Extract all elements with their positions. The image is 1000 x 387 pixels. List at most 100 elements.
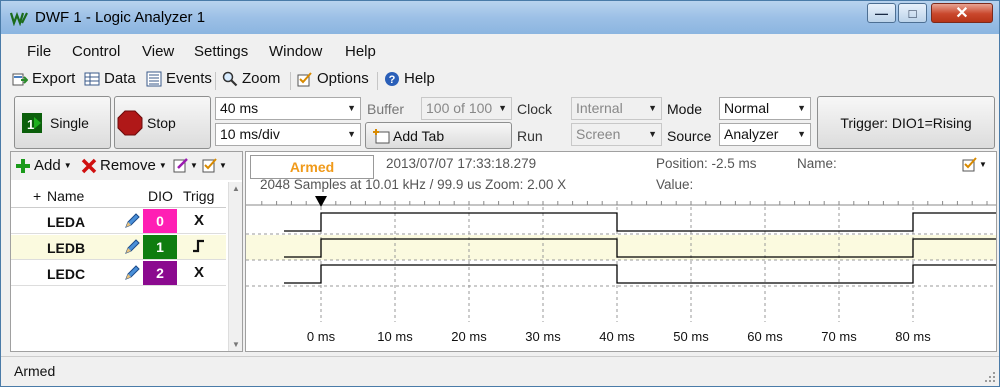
toolbar-divider [377,72,378,90]
dio-header: DIO [148,188,173,204]
data-button[interactable]: Data [84,70,136,87]
menu-settings[interactable]: Settings [194,43,248,60]
time-axis-label: 60 ms [747,329,783,344]
time-axis-label: 30 ms [525,329,561,344]
menu-control[interactable]: Control [72,43,120,60]
channel-row[interactable]: LEDB 1 [11,235,226,260]
dropdown-arrow-icon: ▼ [347,129,356,139]
list-icon [146,71,162,86]
time-axis-label: 20 ms [451,329,487,344]
single-run-icon: 1 [22,112,42,133]
help-button[interactable]: ? Help [384,70,435,87]
waveform-plot[interactable]: 0 ms 10 ms 20 ms 30 ms 40 ms 50 ms 60 ms 70 ms 8… [246,152,996,351]
dropdown-arrow-icon: ▼ [797,103,806,113]
remove-channel-button[interactable]: Remove ▼ [81,157,167,174]
add-channel-button[interactable]: Add ▼ [15,157,72,174]
status-bar: Armed [1,356,999,386]
add-tab-button[interactable]: Add Tab [365,122,512,149]
channel-scrollbar[interactable]: ▲ ▼ [228,182,242,351]
channel-panel: Add ▼ Remove ▼ ▼ ▼ + Name DIO Trigg LEDA… [10,151,243,352]
channel-name: LEDA [47,214,86,230]
time-base-select[interactable]: 10 ms/div ▼ [215,123,361,146]
mode-label: Mode [667,101,703,117]
title-bar: DWF 1 - Logic Analyzer 1 — □ ✕ [1,1,999,34]
help-icon: ? [385,71,399,86]
channel-toolbar: Add ▼ Remove ▼ ▼ ▼ [11,152,242,180]
status-text: Armed [14,363,56,379]
channel-settings-button[interactable]: ▼ [202,157,227,173]
zoom-button[interactable]: Zoom [222,70,280,87]
rising-edge-icon [193,239,204,253]
options-button[interactable]: Options [297,70,369,87]
trigger-none-label: X [193,264,204,281]
source-value: Analyzer [724,126,779,142]
edit-icon [173,158,188,173]
time-axis-label: 0 ms [307,329,336,344]
single-button[interactable]: 1 Single [14,96,111,149]
menu-view[interactable]: View [142,43,174,60]
dio-pin-badge: 1 [143,235,177,259]
settings-icon [202,158,217,173]
export-icon [12,73,28,85]
buffer-value: 100 of 100 [426,100,493,116]
add-label: Add [34,157,61,174]
dio-pin-badge: 0 [143,209,177,233]
pencil-icon[interactable] [122,237,142,257]
time-axis-label: 10 ms [377,329,413,344]
trigger-cell[interactable]: X [179,212,219,229]
data-label: Data [104,70,136,87]
minimize-button[interactable]: — [867,3,896,23]
close-icon: ✕ [955,5,969,22]
buffer-select[interactable]: 100 of 100 ▼ [421,97,512,120]
single-label: Single [50,114,89,131]
svg-text:1: 1 [27,117,34,132]
magnifier-icon [222,71,238,86]
scroll-up-icon[interactable]: ▲ [232,184,240,193]
app-icon [10,11,28,26]
resize-grip-icon[interactable] [983,370,997,384]
add-tab-icon [373,128,390,143]
dropdown-arrow-icon: ▼ [347,103,356,113]
run-label: Run [517,128,543,144]
trigger-none-label: X [193,212,204,229]
toolbar-divider [215,72,216,90]
channel-row[interactable]: LEDC 2 X [11,261,226,286]
trigger-button[interactable]: Trigger: DIO1=Rising [817,96,995,149]
expand-header[interactable]: + [33,188,41,204]
close-button[interactable]: ✕ [931,3,993,23]
buffer-label: Buffer [367,101,405,117]
stop-button[interactable]: Stop [114,96,211,149]
stop-label: Stop [147,114,176,131]
export-button[interactable]: Export [12,70,75,87]
tool-bar: Export Data Events Zoom Options ? Help [1,66,999,92]
menu-help[interactable]: Help [345,43,376,60]
source-select[interactable]: Analyzer ▼ [719,123,811,146]
dropdown-arrow-icon: ▼ [648,103,657,113]
clock-select[interactable]: Internal ▼ [571,97,662,120]
menu-window[interactable]: Window [269,43,322,60]
events-button[interactable]: Events [146,70,212,87]
pencil-icon[interactable] [122,211,142,231]
mode-select[interactable]: Normal ▼ [719,97,811,120]
maximize-button[interactable]: □ [898,3,927,23]
toolbar-divider [290,72,291,90]
channel-header: + Name DIO Trigg [11,182,226,208]
menu-file[interactable]: File [27,43,51,60]
menu-bar: File Control View Settings Window Help [1,39,999,63]
clock-value: Internal [576,100,623,116]
trigger-cell[interactable]: X [179,264,219,281]
time-axis-label: 50 ms [673,329,709,344]
run-value: Screen [576,126,621,142]
channel-name: LEDC [47,266,86,282]
pencil-icon[interactable] [122,263,142,283]
channel-row[interactable]: LEDA 0 X [11,209,226,234]
plus-icon [16,158,30,173]
trigger-cell[interactable] [179,238,219,258]
svg-text:?: ? [389,74,396,86]
export-label: Export [32,70,76,87]
run-select[interactable]: Screen ▼ [571,123,662,146]
chevron-down-icon: ▼ [219,160,227,170]
scroll-down-icon[interactable]: ▼ [232,340,240,349]
time-position-select[interactable]: 40 ms ▼ [215,97,361,120]
edit-channel-button[interactable]: ▼ [173,157,198,173]
